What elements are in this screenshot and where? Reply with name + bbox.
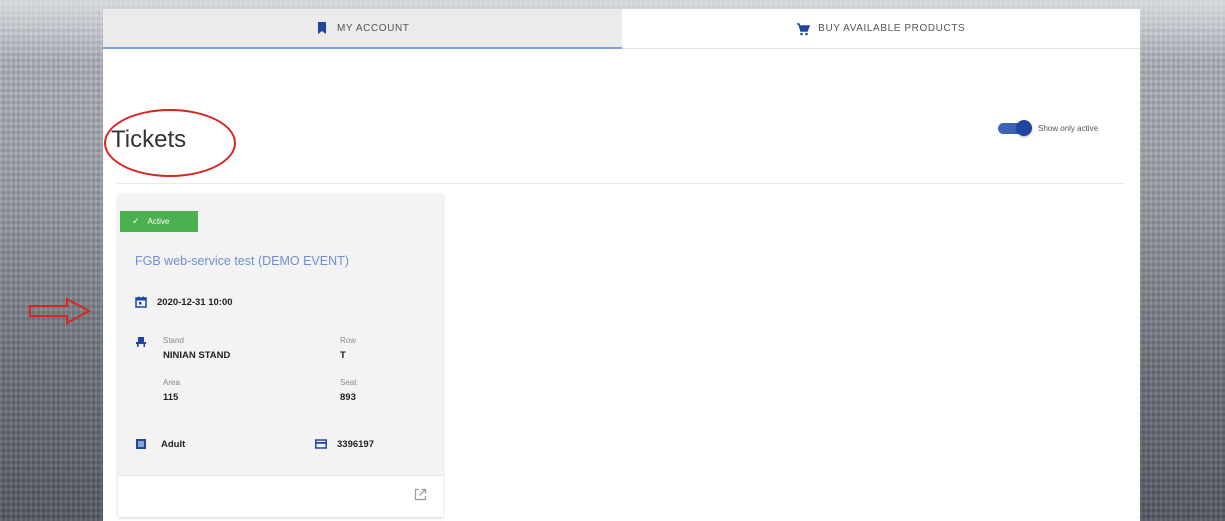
tab-my-account[interactable]: MY ACCOUNT	[103, 9, 622, 49]
row-value: T	[340, 350, 346, 361]
bookmark-icon	[318, 22, 326, 34]
event-datetime-row: 2020-12-31 10:00	[135, 296, 233, 308]
seat-value: 893	[340, 392, 356, 403]
open-external-icon[interactable]	[414, 488, 427, 501]
annotation-circle	[104, 109, 236, 177]
ticket-type: Adult	[161, 438, 186, 450]
ticket-type-row: Adult	[135, 438, 185, 450]
tab-buy-products-label: BUY AVAILABLE PRODUCTS	[818, 23, 966, 34]
show-only-active-toggle[interactable]: Show only active	[998, 120, 1099, 136]
event-title-link[interactable]: FGB web-service test (DEMO EVENT)	[135, 254, 349, 268]
stand-label: Stand	[163, 336, 184, 345]
row-label: Row	[340, 336, 357, 345]
tab-bar: MY ACCOUNT BUY AVAILABLE PRODUCTS	[103, 9, 1140, 49]
seat-label: Seat	[340, 378, 357, 387]
ticket-card: ✓ Active FGB web-service test (DEMO EVEN…	[118, 194, 443, 517]
document-icon	[136, 439, 146, 449]
toggle-knob	[1016, 120, 1032, 136]
calendar-icon	[135, 296, 147, 308]
tab-my-account-label: MY ACCOUNT	[337, 22, 410, 34]
divider	[117, 183, 1125, 184]
ticket-number: 3396197	[337, 438, 374, 450]
toggle-track	[998, 120, 1032, 136]
card-footer	[118, 475, 443, 517]
card-icon	[315, 439, 327, 449]
account-panel: MY ACCOUNT BUY AVAILABLE PRODUCTS Ticket…	[103, 9, 1140, 521]
area-label: Area	[163, 378, 180, 387]
stand-value: NINIAN STAND	[163, 350, 231, 361]
check-icon: ✓	[132, 216, 140, 226]
cart-icon	[797, 22, 811, 35]
seat-icon	[136, 337, 146, 347]
ticket-number-row: 3396197	[315, 438, 374, 450]
status-badge-label: Active	[147, 217, 170, 226]
status-badge: ✓ Active	[120, 211, 198, 232]
toggle-label: Show only active	[1038, 124, 1099, 133]
area-value: 115	[163, 392, 179, 403]
tab-buy-products[interactable]: BUY AVAILABLE PRODUCTS	[621, 9, 1140, 49]
event-datetime: 2020-12-31 10:00	[157, 296, 233, 308]
annotation-arrow	[29, 297, 91, 325]
